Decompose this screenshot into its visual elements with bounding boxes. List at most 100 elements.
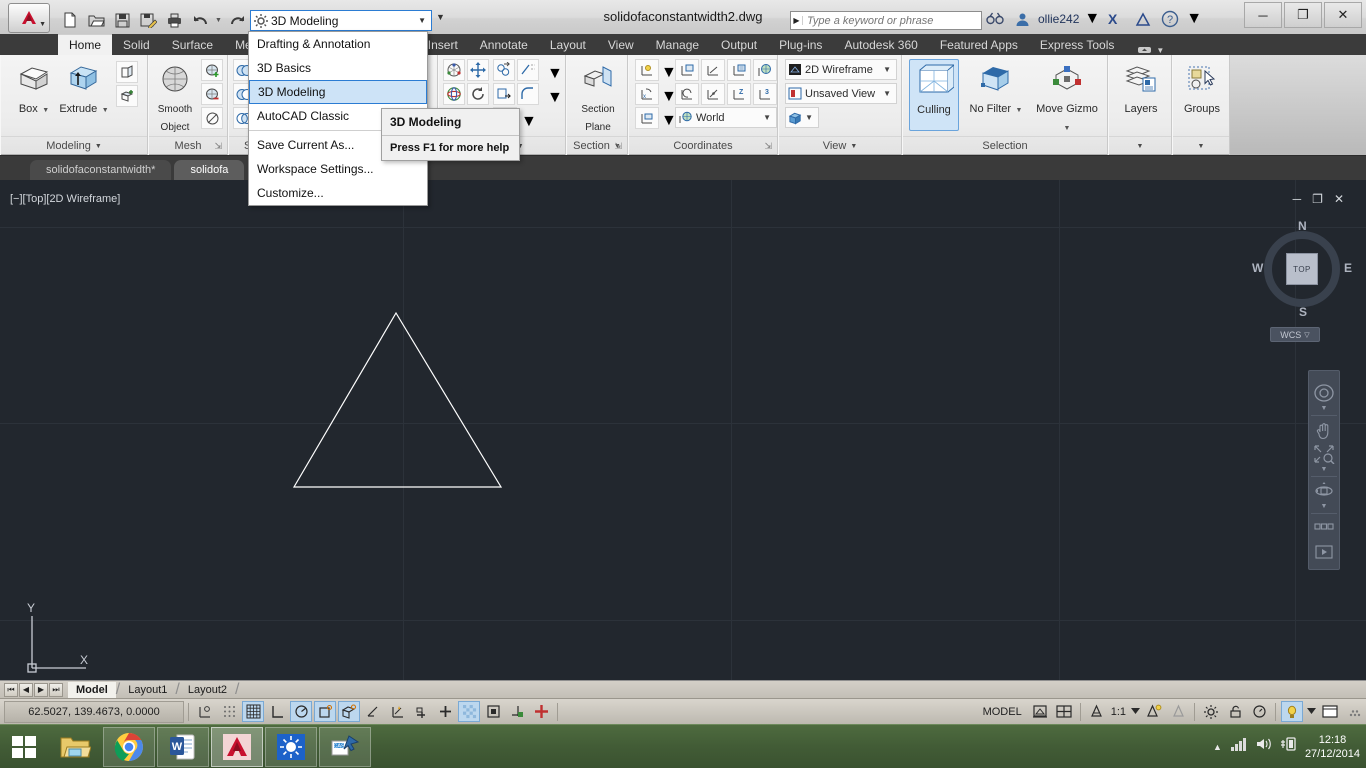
dynamic-ucs-icon[interactable] <box>410 701 432 722</box>
snap-mode-icon[interactable] <box>218 701 240 722</box>
drawing-canvas[interactable]: [−][Top][2D Wireframe] ─ ❐ ✕ TOP N S E W… <box>0 180 1366 692</box>
ucs-x-button[interactable]: x <box>635 83 659 105</box>
first-layout-button[interactable]: ⏮ <box>4 682 18 697</box>
status-menu-icon[interactable] <box>1343 701 1365 722</box>
view-cube[interactable]: TOP N S E W <box>1252 219 1352 319</box>
grid-display-icon[interactable] <box>242 701 264 722</box>
selection-cycling-icon[interactable] <box>530 701 552 722</box>
microsoft-word-icon[interactable]: W <box>157 726 209 767</box>
coordinate-display[interactable]: 62.5027, 139.4673, 0.0000 <box>4 700 184 723</box>
panel-label-groups[interactable]: ▼ <box>1173 136 1229 155</box>
extrude-button[interactable]: Extrude ▼ <box>59 59 109 117</box>
refine-mesh-button[interactable] <box>201 107 223 129</box>
chevron-down-icon[interactable]: ▼ <box>95 143 102 150</box>
move-button[interactable] <box>467 59 489 81</box>
ribbon-minimize-control[interactable]: ▼ <box>1137 45 1164 55</box>
modify-dropdown-1-icon[interactable]: ▼ <box>547 65 563 83</box>
search-input[interactable] <box>803 14 981 27</box>
mirror-button[interactable] <box>517 59 539 81</box>
ucs-object-button[interactable] <box>701 83 725 105</box>
box-button[interactable]: Box ▼ <box>9 59 59 117</box>
viewport-minimize-icon[interactable]: ─ <box>1293 192 1302 206</box>
panel-label-view[interactable]: View ▼ <box>779 136 901 155</box>
3d-object-snap-icon[interactable] <box>338 701 360 722</box>
panel-label-mesh[interactable]: Mesh ⇲ <box>149 136 227 155</box>
search-dropdown-icon[interactable]: ▶ <box>791 16 803 25</box>
ucs-display-button[interactable] <box>635 107 659 129</box>
layout-tab-layout2[interactable]: Layout2 <box>180 682 235 698</box>
section-plane-button[interactable]: Section Plane <box>573 59 623 135</box>
presspull-button[interactable] <box>116 61 138 83</box>
chevron-down-icon[interactable]: ▼ <box>1016 107 1023 114</box>
panel-dialog-launcher-icon[interactable]: ⇲ <box>764 141 772 152</box>
infer-constraints-icon[interactable] <box>194 701 216 722</box>
compass-east-label[interactable]: E <box>1344 261 1352 275</box>
allow-ucs-icon[interactable] <box>386 701 408 722</box>
toolbar-lock-icon[interactable] <box>1224 701 1246 722</box>
google-chrome-icon[interactable] <box>103 726 155 767</box>
autodesk-logo-icon[interactable] <box>1132 8 1154 30</box>
solid-history-button[interactable] <box>116 85 138 107</box>
annotation-visibility-icon[interactable] <box>1143 701 1165 722</box>
rotate-button[interactable] <box>467 83 489 105</box>
chevron-down-icon[interactable]: ▼ <box>850 143 857 150</box>
culling-button[interactable]: Culling <box>909 59 959 131</box>
tab-plugins[interactable]: Plug-ins <box>768 34 833 55</box>
user-name-label[interactable]: ollie242 <box>1038 12 1079 26</box>
chevron-down-icon[interactable]: ▼ <box>1064 125 1071 132</box>
workspace-item-drafting-annotation[interactable]: Drafting & Annotation <box>249 32 427 56</box>
autocad-icon[interactable] <box>211 726 263 767</box>
file-explorer-icon[interactable] <box>49 727 101 767</box>
close-button[interactable]: ✕ <box>1324 2 1362 28</box>
move-gizmo-button[interactable]: Move Gizmo ▼ <box>1031 59 1103 135</box>
tab-manage[interactable]: Manage <box>645 34 710 55</box>
clock[interactable]: 12:18 27/12/2014 <box>1305 733 1360 761</box>
viewport-tile-icon[interactable] <box>1053 701 1075 722</box>
ucs-origin-button[interactable] <box>635 59 659 81</box>
user-icon[interactable] <box>1011 8 1033 30</box>
tab-express-tools[interactable]: Express Tools <box>1029 34 1125 55</box>
modify-dropdown-2-icon[interactable]: ▼ <box>547 89 563 107</box>
isolate-dropdown-icon[interactable] <box>1305 701 1317 722</box>
wcs-dropdown[interactable]: WCS ▽ <box>1270 327 1320 342</box>
clean-screen-icon[interactable] <box>1319 701 1341 722</box>
isolate-objects-icon[interactable] <box>1281 701 1303 722</box>
scale-dropdown-icon[interactable] <box>1129 701 1141 722</box>
3d-move-button[interactable] <box>443 59 465 81</box>
workspace-item-3d-basics[interactable]: 3D Basics <box>249 56 427 80</box>
ucs-3point-button[interactable] <box>701 59 725 81</box>
layers-button[interactable]: Layers <box>1116 59 1166 117</box>
viewport-label[interactable]: [−][Top][2D Wireframe] <box>10 193 120 205</box>
annotation-scale-icon[interactable] <box>1086 701 1108 722</box>
panel-label-section[interactable]: Section ▼ ⇲ <box>567 136 627 155</box>
lineweight-icon[interactable] <box>458 701 480 722</box>
model-space-label[interactable]: MODEL <box>977 706 1028 718</box>
auto-scale-icon[interactable] <box>1167 701 1189 722</box>
chevron-down-icon[interactable]: ▼ <box>1156 46 1164 55</box>
ucs-world-dropdown[interactable]: World ▼ <box>675 107 777 128</box>
workspace-gear-icon[interactable] <box>1200 701 1222 722</box>
tab-autodesk360[interactable]: Autodesk 360 <box>833 34 928 55</box>
chevron-down-icon[interactable]: ▼ <box>102 107 109 114</box>
search-box[interactable]: ▶ <box>790 11 982 30</box>
compass-west-label[interactable]: W <box>1252 261 1263 275</box>
modify-dropdown-3-icon[interactable]: ▼ <box>521 113 537 131</box>
workspace-item-customize[interactable]: Customize... <box>249 181 427 205</box>
layout-tab-layout1[interactable]: Layout1 <box>120 682 175 698</box>
tab-home[interactable]: Home <box>58 34 113 55</box>
ucs-named-button[interactable] <box>675 59 699 81</box>
object-snap-tracking-icon[interactable] <box>362 701 384 722</box>
chevron-down-icon[interactable]: ▼ <box>883 89 894 98</box>
smooth-object-button[interactable]: Smooth Object <box>151 59 199 135</box>
polar-tracking-icon[interactable] <box>290 701 312 722</box>
groups-button[interactable]: Groups <box>1177 59 1227 117</box>
tab-surface[interactable]: Surface <box>161 34 224 55</box>
trim-button[interactable] <box>493 83 515 105</box>
volume-icon[interactable] <box>1255 737 1272 756</box>
tab-output[interactable]: Output <box>710 34 768 55</box>
ucs-3-button[interactable]: 3 <box>753 83 777 105</box>
layout-tab-model[interactable]: Model <box>68 681 116 698</box>
steering-wheel-dropdown-icon[interactable]: ▼ <box>1321 405 1328 413</box>
network-signal-icon[interactable] <box>1230 737 1247 756</box>
smooth-less-button[interactable] <box>201 83 223 105</box>
